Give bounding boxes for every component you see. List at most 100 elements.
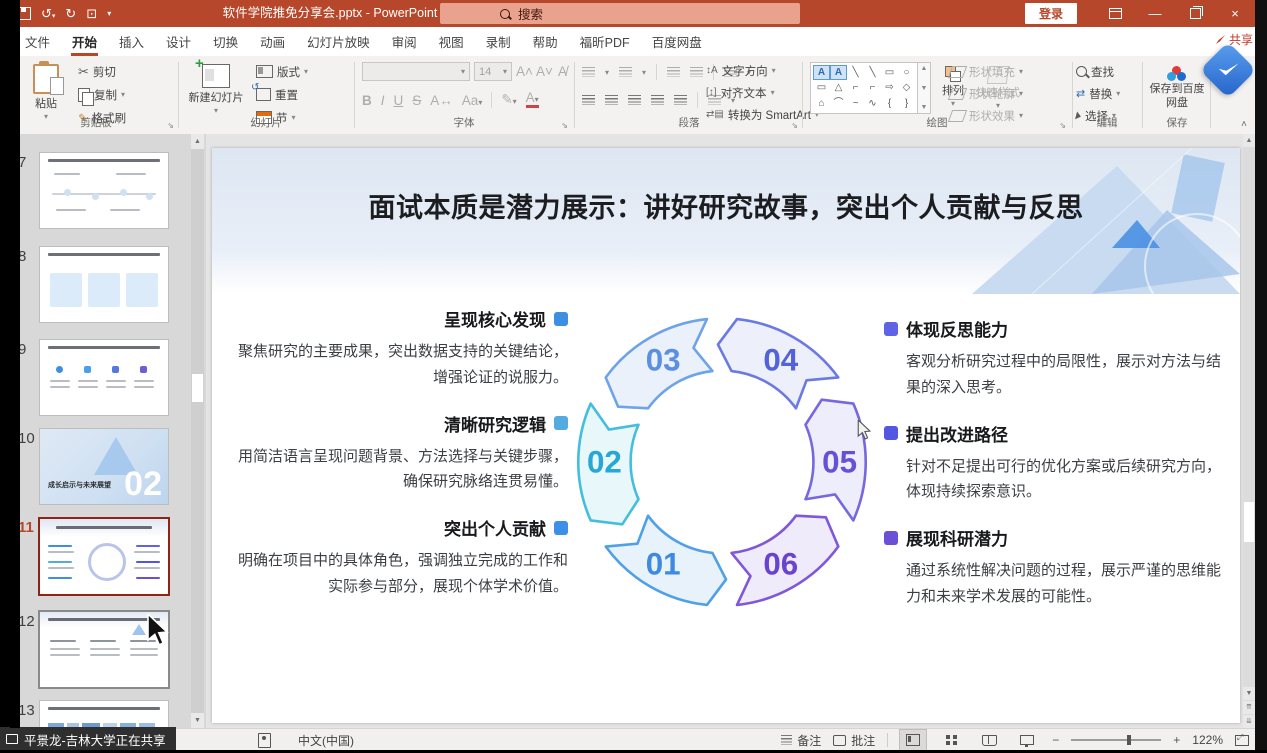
decrease-indent-icon[interactable] <box>667 67 680 77</box>
slide-thumbnail-10[interactable]: 成长启示与未来展望 02 <box>40 429 168 504</box>
scroll-up-icon[interactable]: ▲ <box>1243 134 1255 147</box>
character-spacing-icon[interactable]: A↔ <box>430 93 453 108</box>
shape-glyph-10[interactable]: ⇨ <box>882 81 897 94</box>
zoom-in-button[interactable]: + <box>1173 733 1180 747</box>
shape-glyph-12[interactable]: ⌂ <box>814 97 829 110</box>
slide-canvas[interactable]: 面试本质是潜力展示：讲好研究故事，突出个人贡献与反思 呈现核心发现 聚焦研究的主… <box>212 148 1240 723</box>
shape-effects-button[interactable]: 形状效果▾ <box>950 105 1023 126</box>
share-button[interactable]: 共享 <box>1216 31 1253 48</box>
sign-in-button[interactable]: 登录 <box>1025 3 1077 24</box>
shape-glyph-9[interactable]: ⌐ <box>865 81 880 94</box>
increase-indent-icon[interactable] <box>690 67 703 77</box>
distribute-icon[interactable] <box>674 95 687 105</box>
customize-qat-icon[interactable]: ▾ <box>107 10 111 18</box>
justify-icon[interactable] <box>651 95 664 105</box>
paragraph-dialog-launcher[interactable]: ⇘ <box>791 121 798 130</box>
align-center-icon[interactable] <box>605 95 618 105</box>
close-button[interactable]: × <box>1215 0 1255 27</box>
next-slide-icon[interactable]: ⇊ <box>1243 715 1255 728</box>
bullets-icon[interactable] <box>582 67 595 77</box>
redo-icon[interactable]: ↻ <box>65 7 76 20</box>
slide-thumbnail-11-selected[interactable] <box>40 519 168 594</box>
thumbnail-scrollbar[interactable]: ▲ ▼ <box>191 134 204 728</box>
restore-button[interactable] <box>1175 0 1215 27</box>
shape-glyph-14[interactable]: ~ <box>848 97 863 110</box>
thumbnail-scrollbar-thumb[interactable] <box>192 374 203 402</box>
save-to-baidu-pan-button[interactable]: 保存到百度网盘 <box>1146 60 1208 111</box>
shape-glyph-11[interactable]: ◇ <box>899 81 914 94</box>
reset-button[interactable]: 重置 <box>256 84 298 105</box>
zoom-slider[interactable] <box>1071 739 1161 741</box>
slide-thumbnail-9[interactable] <box>40 340 168 415</box>
find-button[interactable]: 查找 <box>1076 61 1114 82</box>
search-input[interactable]: 搜索 <box>440 3 800 24</box>
slide-sorter-view-button[interactable] <box>938 730 964 750</box>
align-text-button[interactable]: [↕]对齐文本▾ <box>706 82 775 103</box>
tab-home[interactable]: 开始 <box>61 27 108 56</box>
tab-foxit-pdf[interactable]: 福昕PDF <box>569 27 641 56</box>
tab-baidu-netdisk[interactable]: 百度网盘 <box>641 27 713 56</box>
font-size-combo[interactable]: 14▾ <box>474 62 512 81</box>
underline-button[interactable]: U <box>394 93 404 108</box>
vertical-scrollbar[interactable]: ▲ ▼ ⇈ ⇊ <box>1243 134 1255 728</box>
thumbnail-scroll-down-icon[interactable]: ▼ <box>191 713 204 728</box>
slideshow-view-button[interactable] <box>1014 730 1040 750</box>
previous-slide-icon[interactable]: ⇈ <box>1243 701 1255 714</box>
shape-glyph-16[interactable]: { <box>882 97 897 110</box>
text-direction-button[interactable]: ↕A文字方向▾ <box>706 60 776 81</box>
paste-button[interactable]: 粘贴 ▾ <box>24 58 68 122</box>
shape-glyph-5[interactable]: ○ <box>899 66 914 79</box>
scroll-down-icon[interactable]: ▼ <box>1243 687 1255 700</box>
zoom-percentage[interactable]: 122% <box>1192 733 1223 747</box>
fit-slide-to-window-icon[interactable] <box>1235 735 1249 746</box>
reading-view-button[interactable] <box>976 730 1002 750</box>
normal-view-button[interactable] <box>900 730 926 750</box>
shapes-gallery-scroll[interactable]: ▲▼▼ <box>918 62 931 114</box>
slide-thumbnail-7[interactable] <box>40 153 168 228</box>
shape-glyph-6[interactable]: ▭ <box>814 81 829 94</box>
language-indicator[interactable]: 中文(中国) <box>298 732 354 749</box>
tab-view[interactable]: 视图 <box>428 27 475 56</box>
tab-file[interactable]: 文件 <box>14 27 61 56</box>
shape-outline-button[interactable]: 形状轮廓▾ <box>950 83 1023 104</box>
slide-title[interactable]: 面试本质是潜力展示：讲好研究故事，突出个人贡献与反思 <box>252 186 1200 225</box>
notes-button[interactable]: 备注 <box>781 732 821 749</box>
tab-transitions[interactable]: 切换 <box>202 27 249 56</box>
shape-glyph-2[interactable]: ╲ <box>848 66 863 79</box>
shape-glyph-8[interactable]: ⌐ <box>848 81 863 94</box>
tab-design[interactable]: 设计 <box>155 27 202 56</box>
shape-glyph-0[interactable]: A <box>814 66 829 79</box>
shape-glyph-4[interactable]: ▭ <box>882 66 897 79</box>
shape-glyph-1[interactable]: A <box>831 66 846 79</box>
accessibility-checker[interactable] <box>258 733 271 748</box>
cut-button[interactable]: ✂剪切 <box>78 61 116 82</box>
ribbon-display-options-button[interactable] <box>1095 0 1135 27</box>
align-right-icon[interactable] <box>628 95 641 105</box>
font-dialog-launcher[interactable]: ⇘ <box>561 121 568 130</box>
strikethrough-button[interactable]: S <box>412 93 421 108</box>
minimize-button[interactable]: — <box>1135 0 1175 27</box>
shape-glyph-7[interactable]: △ <box>831 81 846 94</box>
tab-slideshow[interactable]: 幻灯片放映 <box>296 27 381 56</box>
slide-left-column[interactable]: 呈现核心发现 聚焦研究的主要成果，突出数据支持的关键结论，增强论证的说服力。 清… <box>230 306 568 620</box>
decrease-font-icon[interactable]: A˅ <box>536 64 553 79</box>
shape-glyph-3[interactable]: ╲ <box>865 66 880 79</box>
shape-fill-button[interactable]: 形状填充▾ <box>950 61 1023 82</box>
tab-review[interactable]: 审阅 <box>381 27 428 56</box>
layout-button[interactable]: 版式 ▾ <box>256 61 308 82</box>
tab-record[interactable]: 录制 <box>475 27 522 56</box>
font-name-combo[interactable]: ▾ <box>362 62 470 81</box>
bold-button[interactable]: B <box>362 93 372 108</box>
zoom-slider-thumb[interactable] <box>1127 735 1131 745</box>
slide-right-column[interactable]: 体现反思能力 客观分析研究过程中的局限性，展示对方法与结果的深入思考。 提出改进… <box>884 316 1232 630</box>
slide-thumbnail-13[interactable] <box>40 701 168 728</box>
tab-animations[interactable]: 动画 <box>249 27 296 56</box>
slide-thumbnail-8[interactable] <box>40 247 168 322</box>
shape-glyph-17[interactable]: } <box>899 97 914 110</box>
zoom-out-button[interactable]: − <box>1052 733 1059 747</box>
copy-button[interactable]: 复制 ▾ <box>78 84 125 105</box>
thumbnail-scroll-up-icon[interactable]: ▲ <box>191 134 204 149</box>
font-color-icon[interactable]: A▾ <box>526 92 539 108</box>
slide-editor-area[interactable]: 面试本质是潜力展示：讲好研究故事，突出个人贡献与反思 呈现核心发现 聚焦研究的主… <box>206 134 1243 728</box>
tab-insert[interactable]: 插入 <box>108 27 155 56</box>
